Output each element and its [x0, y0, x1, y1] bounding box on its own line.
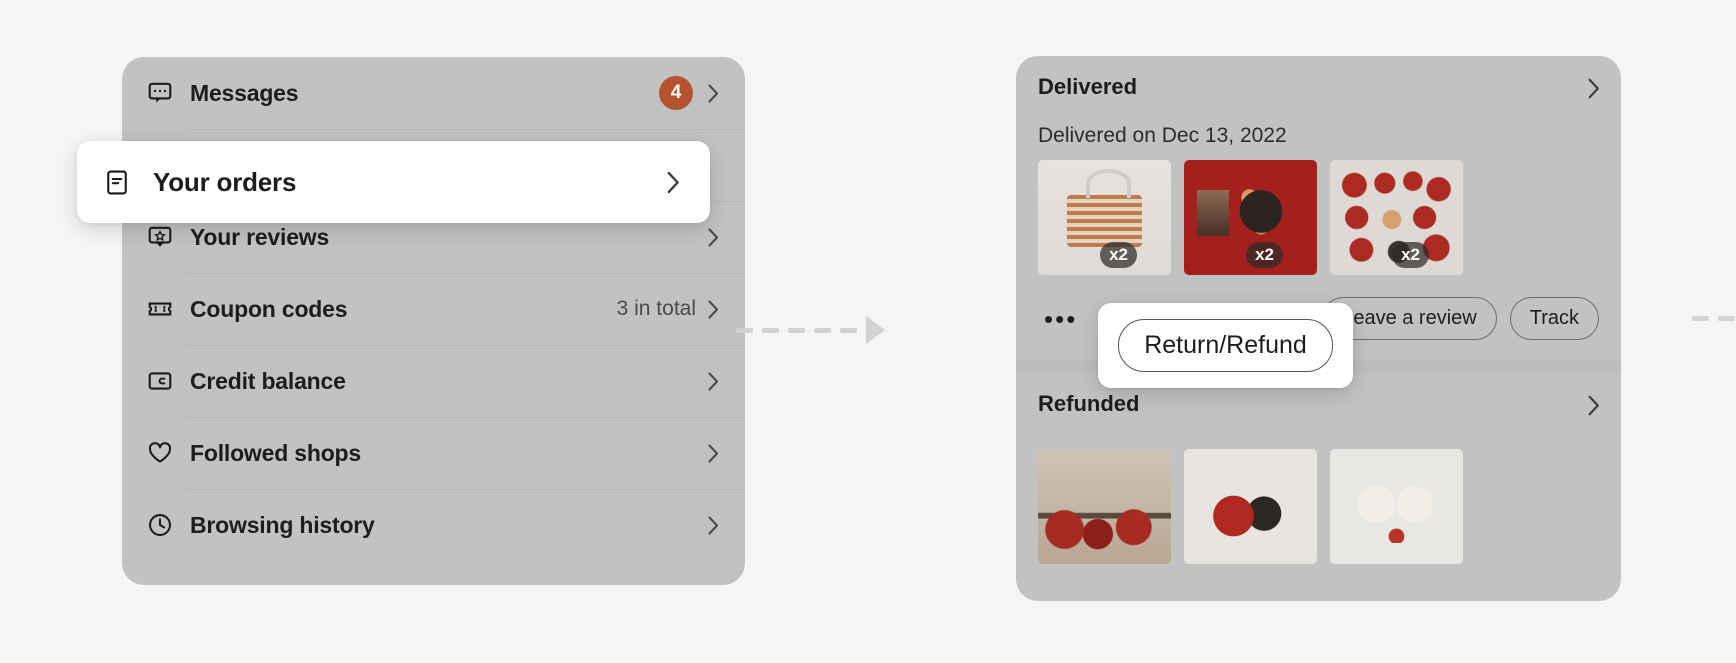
status-badge: 4 — [659, 76, 693, 110]
arrow-dash — [814, 327, 831, 333]
delivery-date-label: Delivered on Dec 13, 2022 — [1038, 124, 1287, 147]
quantity-badge: x2 — [1246, 242, 1283, 268]
return-refund-highlight-card: Return/Refund — [1098, 303, 1353, 388]
chevron-right-icon — [708, 83, 719, 103]
chevron-right-icon — [708, 443, 719, 463]
chevron-right-icon — [708, 227, 719, 247]
sidebar-item-followed-shops[interactable]: Followed shops — [122, 417, 745, 489]
sidebar-item-label: Your reviews — [190, 223, 330, 250]
chat-bubble-icon — [146, 79, 174, 107]
sidebar-item-messages[interactable]: Messages 4 — [122, 57, 745, 129]
wallet-icon — [146, 367, 174, 395]
sidebar-item-label: Browsing history — [190, 511, 375, 538]
return-refund-button[interactable]: Return/Refund — [1118, 319, 1333, 372]
document-list-icon — [103, 168, 131, 196]
arrow-dash — [1692, 316, 1709, 321]
sidebar-item-coupon-codes[interactable]: Coupon codes 3 in total — [122, 273, 745, 345]
sidebar-item-label: Your orders — [153, 166, 297, 197]
sidebar-item-browsing-history[interactable]: Browsing history — [122, 489, 745, 561]
new-year-charms-thumbnail[interactable]: x2 — [1330, 160, 1463, 275]
chevron-right-icon — [708, 515, 719, 535]
order-group-refunded: Refunded — [1016, 373, 1621, 564]
clock-icon — [146, 511, 174, 539]
arrow-dash — [840, 327, 857, 333]
product-image — [1038, 449, 1171, 564]
chevron-right-icon — [708, 371, 719, 391]
arrow-dash — [788, 327, 805, 333]
santa-reindeer-thumbnail[interactable] — [1184, 449, 1317, 564]
sidebar-item-label: Credit balance — [190, 367, 346, 394]
sidebar-item-your-orders-highlighted[interactable]: Your orders — [77, 141, 710, 223]
white-deer-thumbnail[interactable] — [1330, 449, 1463, 564]
arrow-dash — [762, 327, 779, 333]
quantity-badge: x2 — [1392, 242, 1429, 268]
screenshot-stage: Messages 4 Your reviews Coupon codes 3 i… — [0, 0, 1736, 663]
arrow-dash — [1718, 316, 1735, 321]
review-star-icon — [146, 223, 174, 251]
track-button[interactable]: Track — [1509, 297, 1599, 340]
ticket-icon — [146, 295, 174, 323]
order-thumbnail-list: x2 x2 x2 — [1038, 160, 1599, 275]
chevron-right-icon — [708, 299, 719, 319]
sidebar-item-label: Messages — [190, 79, 299, 106]
sidebar-item-label: Coupon codes — [190, 295, 348, 322]
account-menu-panel: Messages 4 Your reviews Coupon codes 3 i… — [122, 57, 745, 585]
dashed-arrow-connector — [736, 316, 885, 344]
order-status-title: Refunded — [1038, 391, 1140, 416]
more-options-icon[interactable]: ••• — [1038, 306, 1083, 332]
coupon-count-label: 3 in total — [616, 297, 696, 320]
chevron-right-icon[interactable] — [1588, 395, 1599, 415]
order-group-header[interactable]: Delivered — [1038, 56, 1599, 118]
cookie-jar-thumbnail[interactable]: x2 — [1038, 160, 1171, 275]
heart-icon — [146, 439, 174, 467]
chevron-right-icon[interactable] — [1588, 78, 1599, 98]
sidebar-item-credit-balance[interactable]: Credit balance — [122, 345, 745, 417]
product-image — [1330, 449, 1463, 564]
product-image — [1184, 449, 1317, 564]
order-thumbnail-list — [1038, 449, 1599, 564]
chevron-right-icon — [667, 171, 680, 194]
order-status-title: Delivered — [1038, 74, 1138, 99]
arrow-dash — [736, 327, 753, 333]
quantity-badge: x2 — [1100, 242, 1137, 268]
sidebar-item-label: Followed shops — [190, 439, 361, 466]
arrow-head-icon — [866, 316, 885, 344]
dashed-arrow-connector-next — [1692, 316, 1736, 321]
christmas-gnomes-thumbnail[interactable] — [1038, 449, 1171, 564]
money-tree-thumbnail[interactable]: x2 — [1184, 160, 1317, 275]
